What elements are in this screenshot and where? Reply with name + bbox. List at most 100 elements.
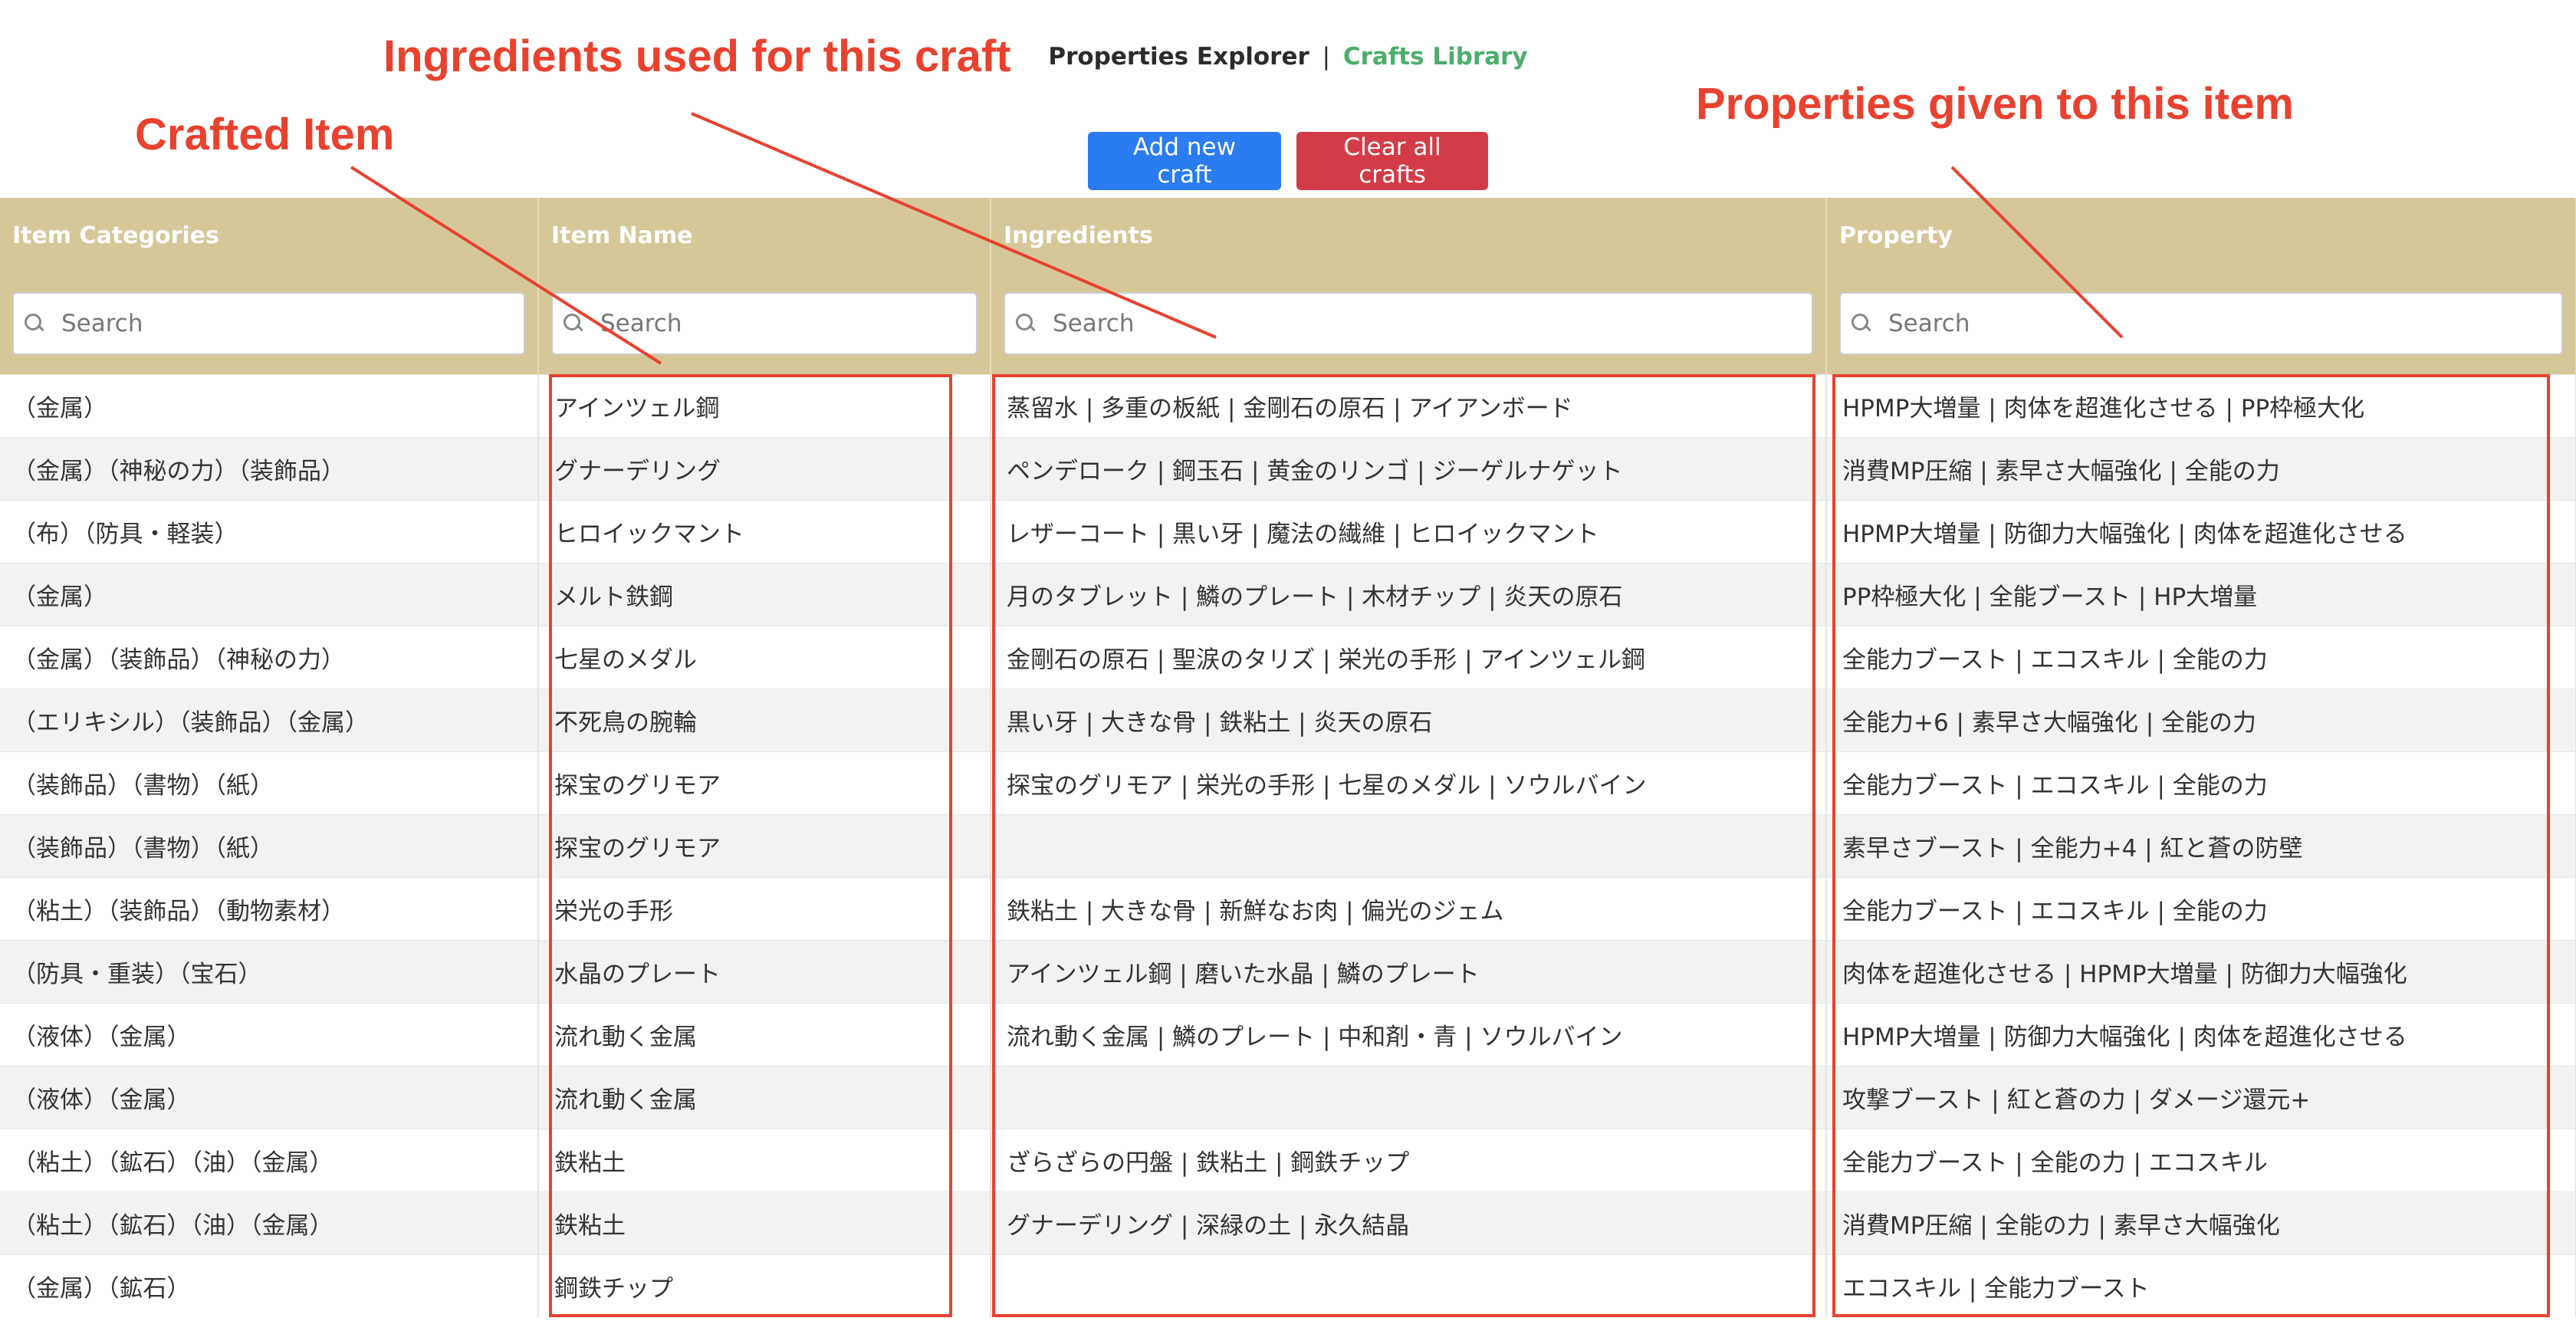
cell-item-name: 鉄粘土 xyxy=(538,1191,991,1254)
cell-property: PP枠極大化 | 全能ブースト | HP大増量 xyxy=(1826,562,2576,626)
cell-ingredients: グナーデリング | 深緑の土 | 永久結晶 xyxy=(991,1191,1827,1254)
table-body: （金属） アインツェル鋼 蒸留水 | 多重の板紙 | 金剛石の原石 | アイアンボー… xyxy=(0,373,2576,1317)
nav-separator: | xyxy=(1322,43,1331,71)
cell-item-name: 七星のメダル xyxy=(538,625,991,689)
search-input-categories[interactable] xyxy=(61,309,524,337)
search-icon xyxy=(1852,313,1871,334)
cell-ingredients: 鉄粘土 | 大きな骨 | 新鮮なお肉 | 偏光のジェム xyxy=(991,876,1827,940)
cell-property: HPMP大増量 | 防御力大幅強化 | 肉体を超進化させる xyxy=(1826,1002,2576,1066)
filter-cell-property xyxy=(1826,273,2576,374)
table-row[interactable]: （エリキシル）（装飾品）（金属） 不死鳥の腕輪 黒い牙 | 大きな骨 | 鉄粘土 |… xyxy=(0,688,2576,751)
table-row[interactable]: （金属） アインツェル鋼 蒸留水 | 多重の板紙 | 金剛石の原石 | アイアンボー… xyxy=(0,373,2576,437)
table-row[interactable]: （防具・重装）（宝石） 水晶のプレート アインツェル鋼 | 磨いた水晶 | 鱗のプレ… xyxy=(0,939,2576,1003)
cell-property: HPMP大増量 | 肉体を超進化させる | PP枠極大化 xyxy=(1826,373,2576,437)
cell-property: 全能力ブースト | エコスキル | 全能の力 xyxy=(1826,751,2576,814)
cell-item-categories: （粘土）（鉱石）（油）（金属） xyxy=(0,1128,539,1191)
cell-item-name: メルト鉄鋼 xyxy=(538,562,991,626)
table-row[interactable]: （装飾品）（書物）（紙） 探宝のグリモア 素早さブースト | 全能力+4 | 紅と蒼… xyxy=(0,813,2576,877)
cell-property: HPMP大増量 | 防御力大幅強化 | 肉体を超進化させる xyxy=(1826,499,2576,563)
cell-item-name: アインツェル鋼 xyxy=(538,373,991,437)
column-header-item-categories[interactable]: Item Categories xyxy=(0,198,539,273)
cell-item-name: グナーデリング xyxy=(538,436,991,500)
cell-property: 全能力ブースト | エコスキル | 全能の力 xyxy=(1826,876,2576,940)
annotation-ingredients: Ingredients used for this craft xyxy=(383,31,1011,81)
table-row[interactable]: （粘土）（鉱石）（油）（金属） 鉄粘土 ざらざらの円盤 | 鉄粘土 | 鋼鉄チップ全… xyxy=(0,1128,2576,1191)
table-row[interactable]: （液体）（金属） 流れ動く金属 流れ動く金属 | 鱗のプレート | 中和剤・青 | … xyxy=(0,1002,2576,1066)
nav-crafts-library-link[interactable]: Crafts Library xyxy=(1343,43,1528,71)
filter-cell-ingredients xyxy=(991,273,1827,374)
nav-properties-explorer[interactable]: Properties Explorer xyxy=(1048,43,1309,71)
cell-property: エコスキル | 全能力ブースト xyxy=(1826,1254,2576,1317)
table-row[interactable]: （布）（防具・軽装） ヒロイックマント レザーコート | 黒い牙 | 魔法の繊維 |… xyxy=(0,499,2576,563)
cell-item-name: 流れ動く金属 xyxy=(538,1002,991,1066)
cell-ingredients: 探宝のグリモア | 栄光の手形 | 七星のメダル | ソウルバイン xyxy=(991,751,1827,814)
cell-ingredients: 蒸留水 | 多重の板紙 | 金剛石の原石 | アイアンボード xyxy=(991,373,1827,437)
search-icon xyxy=(564,313,583,334)
search-icon xyxy=(1016,313,1036,334)
cell-ingredients: 金剛石の原石 | 聖涙のタリズ | 栄光の手形 | アインツェル鋼 xyxy=(991,625,1827,689)
cell-item-name: 不死鳥の腕輪 xyxy=(538,688,991,751)
cell-ingredients: アインツェル鋼 | 磨いた水晶 | 鱗のプレート xyxy=(991,939,1827,1003)
cell-item-name: ヒロイックマント xyxy=(538,499,991,563)
table-row[interactable]: （金属）（装飾品）（神秘の力） 七星のメダル 金剛石の原石 | 聖涙のタリズ | 栄… xyxy=(0,625,2576,689)
search-box-ingredients xyxy=(1004,291,1813,355)
cell-item-categories: （防具・重装）（宝石） xyxy=(0,939,539,1003)
header-row: Item Categories Item Name Ingredients Pr… xyxy=(0,198,2576,273)
cell-item-categories: （粘土）（装飾品）（動物素材） xyxy=(0,876,539,940)
column-header-ingredients[interactable]: Ingredients xyxy=(991,198,1827,273)
cell-ingredients xyxy=(991,1065,1827,1129)
cell-ingredients: ざらざらの円盤 | 鉄粘土 | 鋼鉄チップ xyxy=(991,1128,1827,1191)
add-new-craft-button[interactable]: Add new craft xyxy=(1088,132,1281,190)
crafts-table: Item Categories Item Name Ingredients Pr… xyxy=(0,198,2576,1317)
cell-item-name: 流れ動く金属 xyxy=(538,1065,991,1129)
table-row[interactable]: （液体）（金属） 流れ動く金属 攻撃ブースト | 紅と蒼の力 | ダメージ還元+ xyxy=(0,1065,2576,1129)
cell-property: 攻撃ブースト | 紅と蒼の力 | ダメージ還元+ xyxy=(1826,1065,2576,1129)
cell-property: 消費MP圧縮 | 素早さ大幅強化 | 全能の力 xyxy=(1826,436,2576,500)
cell-property: 全能力+6 | 素早さ大幅強化 | 全能の力 xyxy=(1826,688,2576,751)
cell-item-name: 探宝のグリモア xyxy=(538,751,991,814)
table-row[interactable]: （装飾品）（書物）（紙） 探宝のグリモア 探宝のグリモア | 栄光の手形 | 七星の… xyxy=(0,751,2576,814)
cell-property: 素早さブースト | 全能力+4 | 紅と蒼の防壁 xyxy=(1826,813,2576,877)
column-header-item-name[interactable]: Item Name xyxy=(538,198,991,273)
cell-item-categories: （金属）（神秘の力）（装飾品） xyxy=(0,436,539,500)
cell-item-name: 水晶のプレート xyxy=(538,939,991,1003)
filter-row xyxy=(0,273,2576,374)
cell-item-categories: （エリキシル）（装飾品）（金属） xyxy=(0,688,539,751)
table-row[interactable]: （粘土）（鉱石）（油）（金属） 鉄粘土 グナーデリング | 深緑の土 | 永久結晶消… xyxy=(0,1191,2576,1254)
clear-all-crafts-button[interactable]: Clear all crafts xyxy=(1296,132,1488,190)
cell-item-categories: （装飾品）（書物）（紙） xyxy=(0,813,539,877)
search-input-item-name[interactable] xyxy=(600,309,976,337)
table-row[interactable]: （金属） メルト鉄鋼 月のタブレット | 鱗のプレート | 木材チップ | 炎天の原… xyxy=(0,562,2576,626)
search-box-categories xyxy=(12,291,525,355)
cell-item-name: 探宝のグリモア xyxy=(538,813,991,877)
cell-ingredients: 月のタブレット | 鱗のプレート | 木材チップ | 炎天の原石 xyxy=(991,562,1827,626)
cell-item-name: 栄光の手形 xyxy=(538,876,991,940)
cell-item-name: 鋼鉄チップ xyxy=(538,1254,991,1317)
cell-item-categories: （装飾品）（書物）（紙） xyxy=(0,751,539,814)
cell-ingredients xyxy=(991,1254,1827,1317)
table-row[interactable]: （粘土）（装飾品）（動物素材） 栄光の手形 鉄粘土 | 大きな骨 | 新鮮なお肉 |… xyxy=(0,876,2576,940)
column-header-property[interactable]: Property xyxy=(1826,198,2576,273)
cell-property: 消費MP圧縮 | 全能の力 | 素早さ大幅強化 xyxy=(1826,1191,2576,1254)
cell-item-categories: （金属） xyxy=(0,562,539,626)
search-input-property[interactable] xyxy=(1888,309,2561,337)
annotation-crafted-item: Crafted Item xyxy=(135,110,395,159)
table-row[interactable]: （金属）（鉱石） 鋼鉄チップ エコスキル | 全能力ブースト xyxy=(0,1254,2576,1317)
cell-item-categories: （金属） xyxy=(0,373,539,437)
search-icon xyxy=(25,313,44,334)
table-row[interactable]: （金属）（神秘の力）（装飾品） グナーデリング ペンデローク | 鋼玉石 | 黄金の… xyxy=(0,436,2576,500)
search-box-property xyxy=(1839,291,2563,355)
cell-ingredients: ペンデローク | 鋼玉石 | 黄金のリンゴ | ジーゲルナゲット xyxy=(991,436,1827,500)
cell-ingredients: レザーコート | 黒い牙 | 魔法の繊維 | ヒロイックマント xyxy=(991,499,1827,563)
cell-property: 肉体を超進化させる | HPMP大増量 | 防御力大幅強化 xyxy=(1826,939,2576,1003)
cell-item-categories: （金属）（装飾品）（神秘の力） xyxy=(0,625,539,689)
search-input-ingredients[interactable] xyxy=(1053,309,1812,337)
cell-item-categories: （粘土）（鉱石）（油）（金属） xyxy=(0,1191,539,1254)
cell-ingredients: 流れ動く金属 | 鱗のプレート | 中和剤・青 | ソウルバイン xyxy=(991,1002,1827,1066)
cell-property: 全能力ブースト | エコスキル | 全能の力 xyxy=(1826,625,2576,689)
cell-item-categories: （液体）（金属） xyxy=(0,1002,539,1066)
filter-cell-item-name xyxy=(538,273,991,374)
cell-ingredients xyxy=(991,813,1827,877)
cell-item-categories: （金属）（鉱石） xyxy=(0,1254,539,1317)
cell-item-name: 鉄粘土 xyxy=(538,1128,991,1191)
